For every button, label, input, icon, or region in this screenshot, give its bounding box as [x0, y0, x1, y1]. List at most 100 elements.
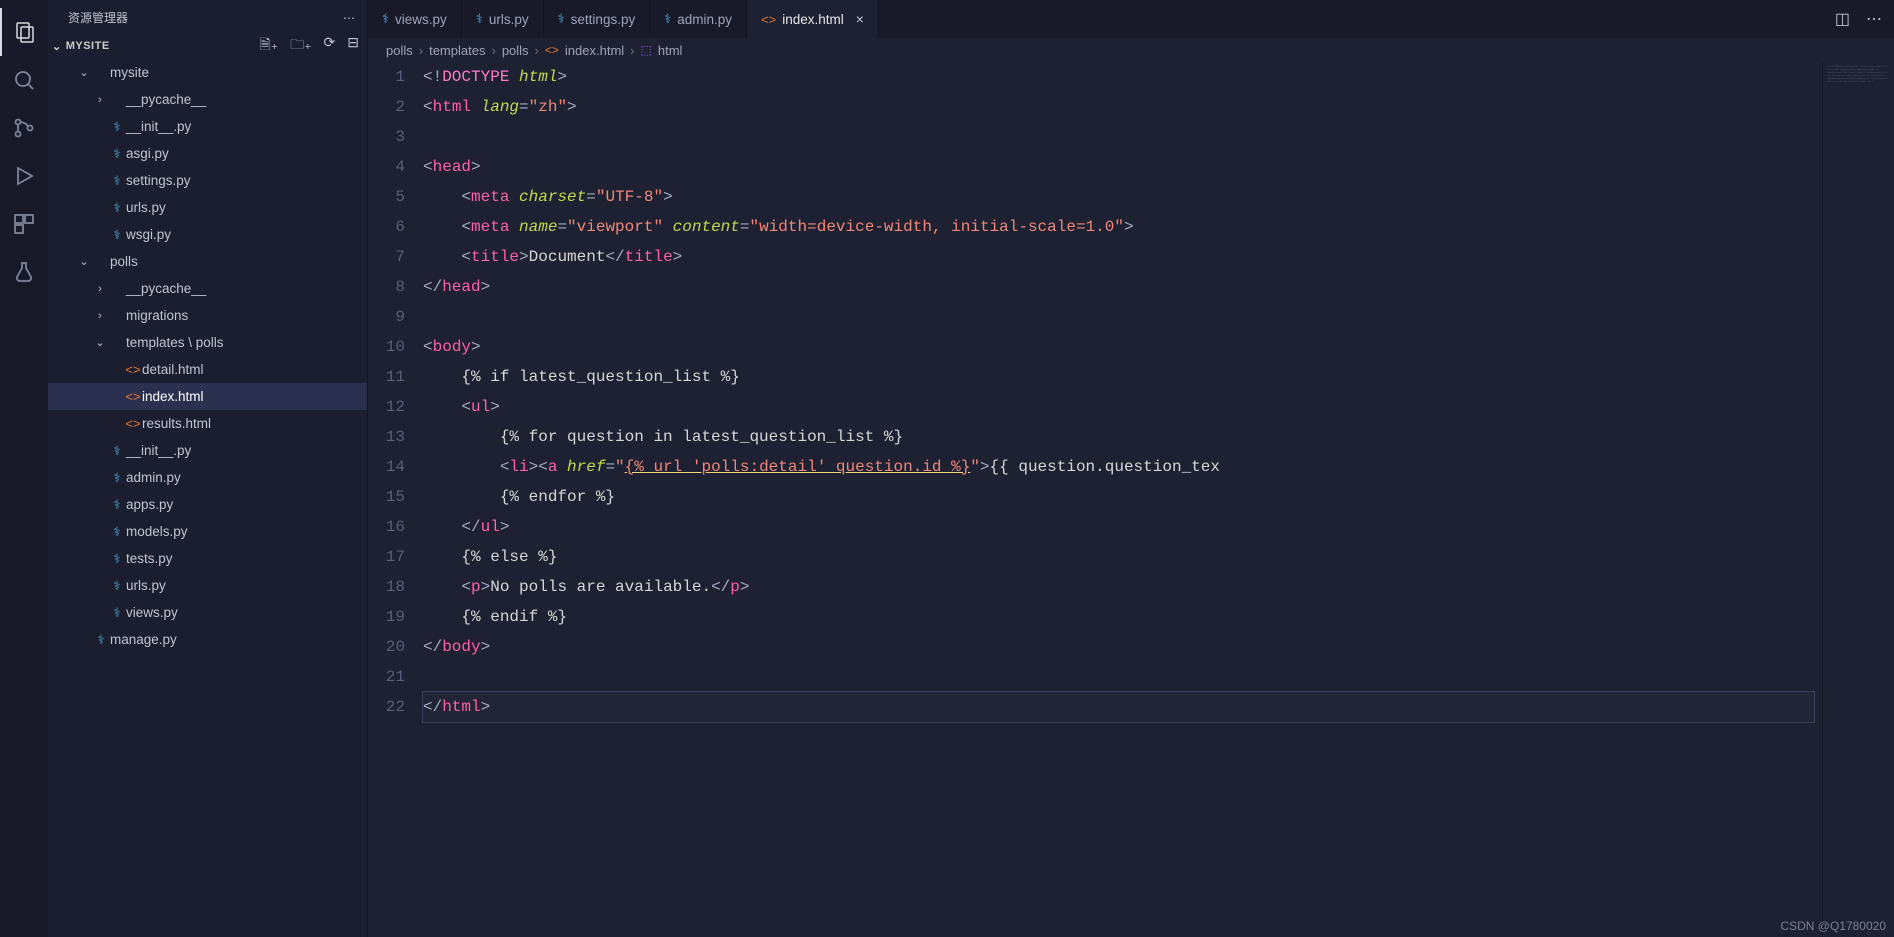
breadcrumb-segment[interactable]: polls: [502, 43, 529, 58]
folder-polls[interactable]: ⌄polls: [48, 248, 367, 275]
folder-__pycache__[interactable]: ›__pycache__: [48, 86, 367, 113]
python-icon: ⚕: [476, 11, 483, 27]
code-line-11[interactable]: {% if latest_question_list %}: [423, 362, 1814, 392]
tree-label: results.html: [142, 416, 211, 431]
tree-label: admin.py: [126, 470, 181, 485]
code-line-19[interactable]: {% endif %}: [423, 602, 1814, 632]
tab-bar: ⚕views.py⚕urls.py⚕settings.py⚕admin.py<>…: [368, 0, 1894, 38]
breadcrumb-segment[interactable]: html: [658, 43, 683, 58]
tree-label: detail.html: [142, 362, 204, 377]
minimap[interactable]: <!DOCTYPE html> <html lang="zh"> <head> …: [1822, 62, 1894, 937]
chevron-down-icon: ⌄: [52, 40, 62, 53]
python-icon: ⚕: [108, 146, 126, 162]
sidebar-title: 资源管理器: [68, 9, 128, 26]
tab-index-html[interactable]: <>index.html×: [747, 0, 879, 38]
file-settings-py[interactable]: ⚕settings.py: [48, 167, 367, 194]
new-file-icon[interactable]: 🗎₊: [259, 34, 278, 58]
folder-__pycache__[interactable]: ›__pycache__: [48, 275, 367, 302]
project-name: MYSITE: [66, 40, 110, 52]
debug-icon[interactable]: [0, 152, 48, 200]
tree-label: urls.py: [126, 578, 166, 593]
file-detail-html[interactable]: <>detail.html: [48, 356, 367, 383]
folder-templates---polls[interactable]: ⌄templates \ polls: [48, 329, 367, 356]
chevron-icon[interactable]: ›: [92, 94, 108, 106]
code-line-9[interactable]: [423, 302, 1814, 332]
code-line-15[interactable]: {% endfor %}: [423, 482, 1814, 512]
file-views-py[interactable]: ⚕views.py: [48, 599, 367, 626]
code-line-22[interactable]: </html>: [423, 692, 1814, 722]
html-icon: <>: [761, 12, 776, 27]
refresh-icon[interactable]: ⟳: [324, 34, 336, 58]
file-tree: ⌄mysite›__pycache__⚕__init__.py⚕asgi.py⚕…: [48, 57, 367, 937]
python-icon: ⚕: [108, 605, 126, 621]
chevron-icon[interactable]: ⌄: [76, 255, 92, 268]
file-apps-py[interactable]: ⚕apps.py: [48, 491, 367, 518]
code-line-6[interactable]: <meta name="viewport" content="width=dev…: [423, 212, 1814, 242]
chevron-icon[interactable]: ›: [92, 310, 108, 322]
code-line-14[interactable]: <li><a href="{% url 'polls:detail' quest…: [423, 452, 1814, 482]
code-line-20[interactable]: </body>: [423, 632, 1814, 662]
breadcrumb-segment[interactable]: polls: [386, 43, 413, 58]
code-line-17[interactable]: {% else %}: [423, 542, 1814, 572]
file-urls-py[interactable]: ⚕urls.py: [48, 194, 367, 221]
code-line-12[interactable]: <ul>: [423, 392, 1814, 422]
file-tests-py[interactable]: ⚕tests.py: [48, 545, 367, 572]
search-icon[interactable]: [0, 56, 48, 104]
editor[interactable]: 12345678910111213141516171819202122 <!DO…: [368, 62, 1894, 937]
code-line-2[interactable]: <html lang="zh">: [423, 92, 1814, 122]
tab-settings-py[interactable]: ⚕settings.py: [544, 0, 651, 38]
close-icon[interactable]: ×: [856, 11, 864, 27]
tab-urls-py[interactable]: ⚕urls.py: [462, 0, 544, 38]
new-folder-icon[interactable]: 🗀₊: [290, 34, 311, 58]
code-line-10[interactable]: <body>: [423, 332, 1814, 362]
explorer-icon[interactable]: [0, 8, 48, 56]
source-control-icon[interactable]: [0, 104, 48, 152]
code-line-3[interactable]: [423, 122, 1814, 152]
project-header[interactable]: ⌄ MYSITE 🗎₊ 🗀₊ ⟳ ⊟: [48, 35, 367, 57]
file-manage-py[interactable]: ⚕manage.py: [48, 626, 367, 653]
code-line-4[interactable]: <head>: [423, 152, 1814, 182]
tree-label: settings.py: [126, 173, 191, 188]
file-__init__-py[interactable]: ⚕__init__.py: [48, 437, 367, 464]
file-models-py[interactable]: ⚕models.py: [48, 518, 367, 545]
extensions-icon[interactable]: [0, 200, 48, 248]
chevron-icon[interactable]: ⌄: [92, 336, 108, 349]
folder-migrations[interactable]: ›migrations: [48, 302, 367, 329]
collapse-icon[interactable]: ⊟: [347, 34, 359, 58]
gutter: 12345678910111213141516171819202122: [368, 62, 423, 937]
file-index-html[interactable]: <>index.html: [48, 383, 367, 410]
code-line-16[interactable]: </ul>: [423, 512, 1814, 542]
testing-icon[interactable]: [0, 248, 48, 296]
code-line-13[interactable]: {% for question in latest_question_list …: [423, 422, 1814, 452]
tree-label: views.py: [126, 605, 178, 620]
chevron-icon[interactable]: ⌄: [76, 66, 92, 79]
chevron-icon[interactable]: ›: [92, 283, 108, 295]
more-icon[interactable]: ⋯: [1866, 9, 1882, 29]
breadcrumb[interactable]: polls›templates›polls›<> index.html›⬚ ht…: [368, 38, 1894, 62]
code-line-5[interactable]: <meta charset="UTF-8">: [423, 182, 1814, 212]
code-line-8[interactable]: </head>: [423, 272, 1814, 302]
tab-views-py[interactable]: ⚕views.py: [368, 0, 462, 38]
code-line-7[interactable]: <title>Document</title>: [423, 242, 1814, 272]
file-wsgi-py[interactable]: ⚕wsgi.py: [48, 221, 367, 248]
python-icon: ⚕: [382, 11, 389, 27]
folder-mysite[interactable]: ⌄ mysite: [48, 59, 367, 86]
code-line-18[interactable]: <p>No polls are available.</p>: [423, 572, 1814, 602]
sidebar-header-more-icon[interactable]: ⋯: [343, 11, 355, 25]
tree-label: index.html: [142, 389, 204, 404]
breadcrumb-segment[interactable]: index.html: [565, 43, 624, 58]
breadcrumb-segment[interactable]: templates: [429, 43, 485, 58]
file-__init__-py[interactable]: ⚕__init__.py: [48, 113, 367, 140]
code-line-21[interactable]: [423, 662, 1814, 692]
python-icon: ⚕: [92, 632, 110, 648]
file-results-html[interactable]: <>results.html: [48, 410, 367, 437]
file-urls-py[interactable]: ⚕urls.py: [48, 572, 367, 599]
file-admin-py[interactable]: ⚕admin.py: [48, 464, 367, 491]
tab-admin-py[interactable]: ⚕admin.py: [650, 0, 747, 38]
file-asgi-py[interactable]: ⚕asgi.py: [48, 140, 367, 167]
tree-label: mysite: [110, 65, 149, 80]
python-icon: ⚕: [108, 119, 126, 135]
split-editor-icon[interactable]: ◫: [1835, 9, 1850, 29]
code-line-1[interactable]: <!DOCTYPE html>: [423, 62, 1814, 92]
code-content[interactable]: <!DOCTYPE html><html lang="zh"> <head> <m…: [423, 62, 1894, 937]
